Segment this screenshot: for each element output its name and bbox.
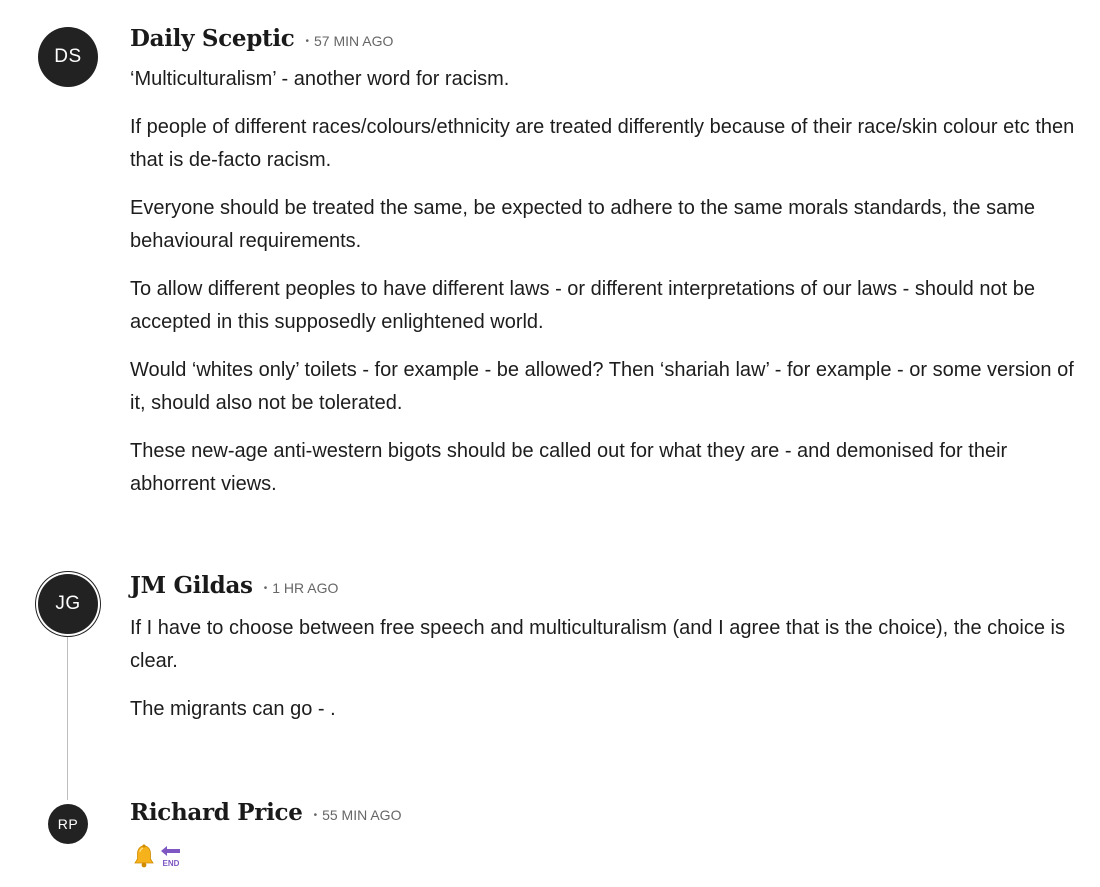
comment-paragraph: If I have to choose between free speech … bbox=[130, 617, 1065, 672]
author-name[interactable]: Daily Sceptic bbox=[130, 25, 295, 52]
comment-meta: JM Gildas 1 HR AGO bbox=[130, 572, 338, 599]
comment-body: END bbox=[133, 844, 184, 868]
bell-icon bbox=[134, 844, 154, 868]
comment-meta: Daily Sceptic 57 MIN AGO bbox=[130, 25, 393, 52]
author-name[interactable]: Richard Price bbox=[130, 799, 303, 826]
end-label: END bbox=[163, 859, 180, 868]
avatar-initials: JG bbox=[55, 593, 81, 614]
avatar[interactable]: RP bbox=[48, 804, 88, 844]
comment-paragraph: Everyone should be treated the same, be … bbox=[130, 197, 1035, 252]
avatar[interactable]: JG bbox=[38, 574, 98, 634]
comment-timestamp: 57 MIN AGO bbox=[306, 33, 393, 49]
comment-paragraph: If people of different races/colours/eth… bbox=[130, 116, 1075, 171]
comment-paragraph: Would ‘whites only’ toilets - for exampl… bbox=[130, 359, 1074, 414]
comment-meta: Richard Price 55 MIN AGO bbox=[130, 799, 401, 826]
comment-timestamp: 1 HR AGO bbox=[264, 580, 338, 596]
author-name[interactable]: JM Gildas bbox=[130, 572, 253, 599]
comment-paragraph: ‘Multiculturalism’ - another word for ra… bbox=[130, 68, 510, 90]
end-arrow-icon: END bbox=[161, 846, 180, 868]
comment-paragraph: To allow different peoples to have diffe… bbox=[130, 278, 1035, 333]
comment-body: If I have to choose between free speech … bbox=[130, 612, 1075, 741]
avatar[interactable]: DS bbox=[38, 27, 98, 87]
avatar-initials: RP bbox=[57, 816, 79, 832]
comment-timestamp: 55 MIN AGO bbox=[314, 807, 401, 823]
comment-paragraph: These new-age anti-western bigots should… bbox=[130, 440, 1008, 495]
avatar-initials: DS bbox=[54, 46, 82, 67]
thread-connector-line bbox=[67, 636, 68, 800]
comment-paragraph: The migrants can go - . bbox=[130, 698, 336, 720]
comment-body: ‘Multiculturalism’ - another word for ra… bbox=[130, 63, 1075, 516]
